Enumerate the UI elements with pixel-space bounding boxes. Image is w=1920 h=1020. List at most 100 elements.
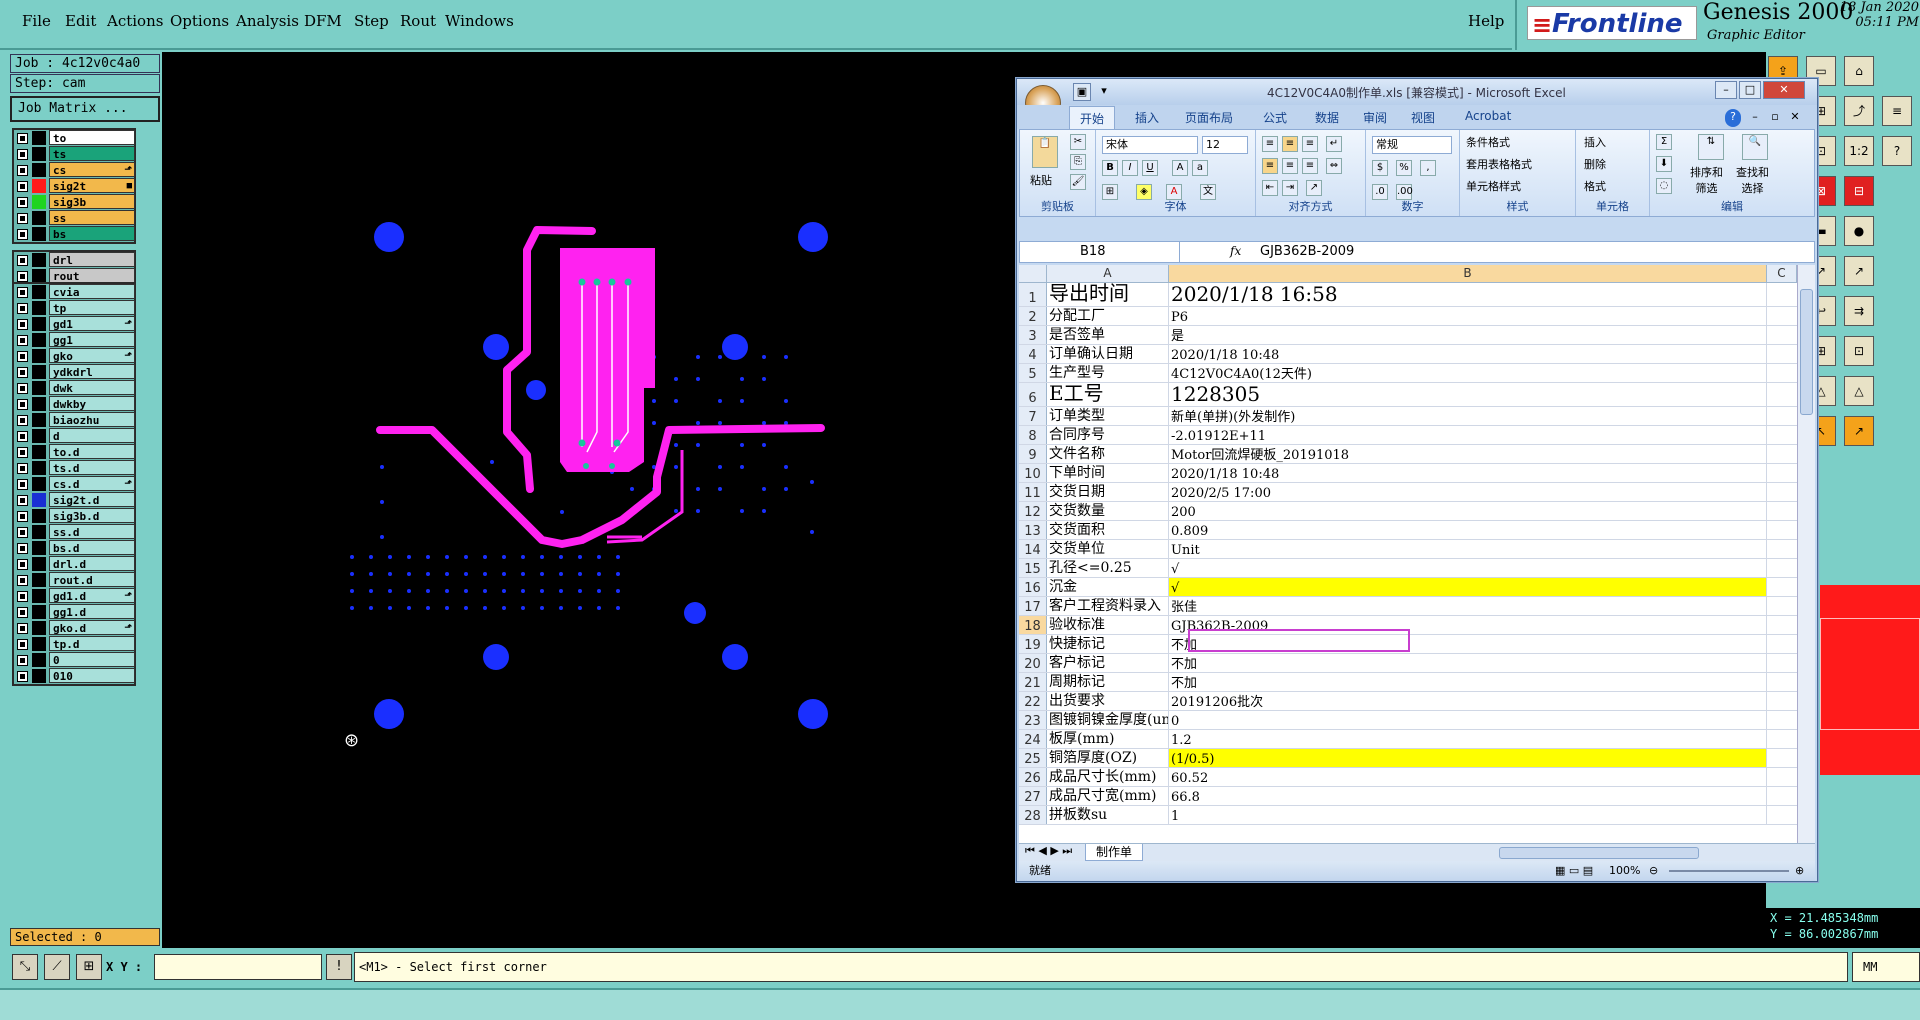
layer-checkbox[interactable] (17, 213, 28, 224)
cell-c[interactable] (1767, 597, 1797, 615)
layer-checkbox[interactable] (17, 319, 28, 330)
layer-color-swatch[interactable] (32, 477, 46, 491)
layer-name[interactable]: ss (49, 210, 135, 225)
layer-color-swatch[interactable] (32, 621, 46, 635)
cell-c[interactable] (1767, 464, 1797, 482)
menu-edit[interactable]: Edit (65, 12, 96, 30)
layer-color-swatch[interactable] (32, 301, 46, 315)
layer-row-sig3b[interactable]: sig3b (14, 194, 135, 210)
row-header[interactable]: 9 (1019, 445, 1047, 463)
cell-a[interactable]: 孔径<=0.25 (1047, 559, 1169, 577)
row-header[interactable]: 24 (1019, 730, 1047, 748)
row-header[interactable]: 14 (1019, 540, 1047, 558)
cell-a[interactable]: 订单类型 (1047, 407, 1169, 425)
layer-color-swatch[interactable] (32, 349, 46, 363)
layer-name[interactable]: drl (49, 252, 135, 267)
cell-b[interactable]: 2020/1/18 10:48 (1169, 345, 1767, 363)
cell-a[interactable]: 板厚(mm) (1047, 730, 1169, 748)
row-header[interactable]: 23 (1019, 711, 1047, 729)
layer-checkbox[interactable] (17, 303, 28, 314)
list-icon[interactable]: ≡ (1882, 96, 1912, 126)
layer-row-ydkdrl[interactable]: ydkdrl (14, 364, 135, 380)
layer-checkbox[interactable] (17, 607, 28, 618)
cell-c[interactable] (1767, 364, 1797, 382)
cell-a[interactable]: 周期标记 (1047, 673, 1169, 691)
layer-color-swatch[interactable] (32, 131, 46, 145)
layer-checkbox[interactable] (17, 255, 28, 266)
row-header[interactable]: 10 (1019, 464, 1047, 482)
align-middle-icon[interactable]: ≡ (1282, 136, 1298, 152)
layer-row-gg1[interactable]: gg1 (14, 332, 135, 348)
menu-file[interactable]: File (22, 12, 51, 30)
fx-icon[interactable]: fx (1230, 244, 1241, 258)
layer-checkbox[interactable] (17, 479, 28, 490)
grow-font-icon[interactable]: A (1172, 160, 1188, 176)
spreadsheet-grid[interactable]: A B C 1 导出时间 2020/1/18 16:58 2 分配工厂 P6 3 是否签单是 4 订单确… (1019, 265, 1797, 843)
layer-checkbox[interactable] (17, 367, 28, 378)
cell-a[interactable]: 下单时间 (1047, 464, 1169, 482)
layer-name[interactable]: gg1.d (49, 604, 135, 619)
cell-a[interactable]: 订单确认日期 (1047, 345, 1169, 363)
xy-input[interactable] (154, 954, 322, 980)
layer-row-cs[interactable]: cs ⬏ (14, 162, 135, 178)
layer-name[interactable]: tp (49, 300, 135, 315)
ribbon-tab-6[interactable]: 视图 (1411, 109, 1435, 126)
paste-button[interactable]: 粘贴 (1030, 172, 1052, 188)
layer-checkbox[interactable] (17, 149, 28, 160)
layer-row-010[interactable]: 010 (14, 668, 135, 684)
cell-a[interactable]: 验收标准 (1047, 616, 1169, 634)
cell-c[interactable] (1767, 540, 1797, 558)
cell-b[interactable]: (1/0.5) (1169, 749, 1767, 767)
layer-checkbox[interactable] (17, 229, 28, 240)
table-format-button[interactable]: 套用表格格式 (1466, 156, 1532, 172)
layer-row-sig2t.d[interactable]: sig2t.d (14, 492, 135, 508)
layer-name[interactable]: sig3b.d (49, 508, 135, 523)
layer-row-ss[interactable]: ss (14, 210, 135, 226)
move-icon[interactable]: ⇉ (1844, 296, 1874, 326)
font-name-select[interactable]: 宋体 (1102, 136, 1198, 154)
find-select-button[interactable]: 查找和 选择 (1736, 164, 1769, 196)
layer-checkbox[interactable] (17, 399, 28, 410)
pointer-c-icon[interactable]: ↗ (1844, 416, 1874, 446)
layer-checkbox[interactable] (17, 671, 28, 682)
row-header[interactable]: 16 (1019, 578, 1047, 596)
sort-filter-button[interactable]: 排序和 筛选 (1690, 164, 1723, 196)
alert-icon[interactable]: ! (326, 954, 352, 980)
cell-c[interactable] (1767, 578, 1797, 596)
layer-name[interactable]: to.d (49, 444, 135, 459)
layer-name[interactable]: sig2t ■ (49, 178, 135, 193)
cell-c[interactable] (1767, 635, 1797, 653)
layer-row-drl.d[interactable]: drl.d (14, 556, 135, 572)
layer-name[interactable]: gko ⬏ (49, 348, 135, 363)
sheet-nav-icon[interactable]: ⏮ ◀ ▶ ⏭ (1025, 844, 1072, 858)
layer-checkbox[interactable] (17, 271, 28, 282)
cell-b[interactable]: 2020/1/18 10:48 (1169, 464, 1767, 482)
qat-dropdown-icon[interactable]: ▾ (1097, 83, 1111, 101)
cell-a[interactable]: 出货要求 (1047, 692, 1169, 710)
cell-b[interactable]: Motor回流焊硬板_20191018 (1169, 445, 1767, 463)
layer-color-swatch[interactable] (32, 253, 46, 267)
row-header[interactable]: 1 (1019, 283, 1047, 306)
layer-checkbox[interactable] (17, 447, 28, 458)
underline-icon[interactable]: U (1142, 160, 1158, 176)
cell-a[interactable]: 拼板数su (1047, 806, 1169, 824)
cell-c[interactable] (1767, 673, 1797, 691)
layer-checkbox[interactable] (17, 463, 28, 474)
workbook-close-icon[interactable]: ✕ (1787, 109, 1803, 127)
layer-row-dwkby[interactable]: dwkby (14, 396, 135, 412)
column-header[interactable]: A (1047, 265, 1169, 283)
layer-name[interactable]: gd1.d ⬏ (49, 588, 135, 603)
close-icon[interactable]: ✕ (1763, 81, 1805, 99)
cell-b[interactable]: Unit (1169, 540, 1767, 558)
row-header[interactable]: 27 (1019, 787, 1047, 805)
row-header[interactable]: 7 (1019, 407, 1047, 425)
layer-name[interactable]: sig3b (49, 194, 135, 209)
row-header[interactable]: 26 (1019, 768, 1047, 786)
layer-name[interactable]: bs.d (49, 540, 135, 555)
ribbon-tab-3[interactable]: 公式 (1263, 109, 1287, 126)
menu-options[interactable]: Options (170, 12, 229, 30)
cell-b[interactable]: 1.2 (1169, 730, 1767, 748)
layer-name[interactable]: gg1 (49, 332, 135, 347)
comma-icon[interactable]: , (1420, 160, 1436, 176)
layer-color-swatch[interactable] (32, 573, 46, 587)
